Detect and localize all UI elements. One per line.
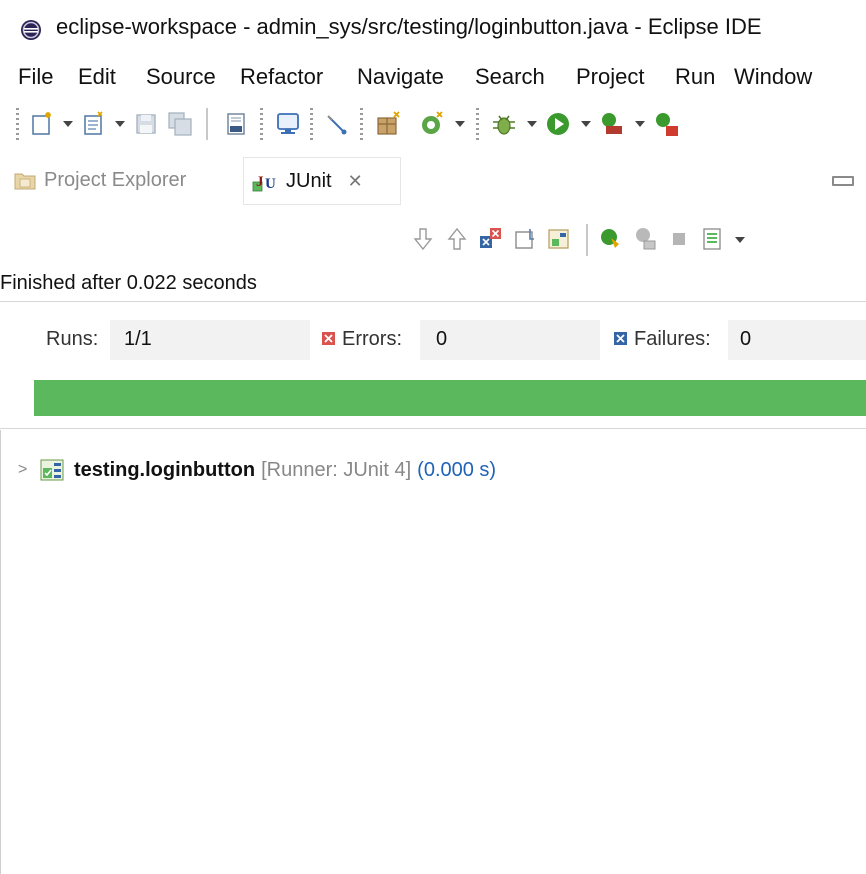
tab-project-explorer-label: Project Explorer bbox=[44, 168, 187, 191]
runs-value: 1/1 bbox=[124, 328, 152, 350]
project-explorer-icon bbox=[14, 173, 36, 190]
scroll-lock-icon[interactable] bbox=[512, 226, 538, 252]
divider bbox=[0, 428, 866, 429]
menu-file[interactable]: File bbox=[18, 64, 53, 90]
menu-window[interactable]: Window bbox=[734, 64, 812, 90]
tab-project-explorer[interactable]: Project Explorer bbox=[14, 160, 186, 200]
test-duration: (0.000 s) bbox=[417, 458, 497, 481]
menu-navigate[interactable]: Navigate bbox=[357, 64, 444, 90]
view-toolbar-separator bbox=[586, 224, 588, 256]
menu-run[interactable]: Run bbox=[675, 64, 715, 90]
tab-junit-label: JUnit bbox=[286, 169, 332, 192]
runs-label: Runs: bbox=[46, 328, 99, 350]
coverage-icon[interactable] bbox=[652, 110, 680, 138]
debug-icon[interactable] bbox=[490, 110, 518, 138]
toolbar-grip[interactable] bbox=[260, 108, 263, 140]
external-tools-dropdown-icon[interactable] bbox=[634, 118, 646, 130]
previous-failure-icon[interactable] bbox=[444, 226, 470, 252]
test-suite-icon bbox=[40, 459, 64, 481]
view-tab-bar: Project Explorer J U JUnit ✕ bbox=[0, 156, 866, 206]
run-status-text: Finished after 0.022 seconds bbox=[0, 272, 257, 294]
run-icon[interactable] bbox=[544, 110, 572, 138]
junit-counters: Runs: 1/1 Errors: 0 Failures: 0 bbox=[0, 314, 866, 366]
new-file-dropdown-icon[interactable] bbox=[114, 118, 126, 130]
binary-icon[interactable] bbox=[222, 110, 250, 138]
svg-text:J: J bbox=[256, 174, 264, 190]
save-icon[interactable] bbox=[132, 110, 160, 138]
pen-icon[interactable] bbox=[324, 110, 352, 138]
toolbar-grip[interactable] bbox=[16, 108, 19, 140]
junit-view-toolbar bbox=[0, 208, 866, 268]
junit-icon: J U bbox=[252, 174, 276, 192]
tab-junit[interactable]: J U JUnit ✕ bbox=[244, 158, 400, 204]
failure-icon bbox=[614, 332, 627, 345]
menu-source[interactable]: Source bbox=[146, 64, 216, 90]
test-run-history-icon[interactable] bbox=[700, 226, 726, 252]
new-package-icon[interactable] bbox=[374, 110, 402, 138]
rerun-test-icon[interactable] bbox=[598, 226, 624, 252]
toolbar-grip[interactable] bbox=[476, 108, 479, 140]
minimize-icon[interactable] bbox=[832, 176, 854, 186]
toolbar-grip[interactable] bbox=[310, 108, 313, 140]
refresh-dropdown-icon[interactable] bbox=[454, 118, 466, 130]
external-tools-icon[interactable] bbox=[598, 110, 626, 138]
toolbar-separator bbox=[206, 108, 208, 140]
chevron-right-icon[interactable]: > bbox=[18, 461, 36, 479]
menu-project[interactable]: Project bbox=[576, 64, 644, 90]
new-file-icon[interactable] bbox=[80, 110, 108, 138]
errors-label: Errors: bbox=[342, 328, 402, 350]
progress-bar bbox=[34, 380, 866, 416]
console-icon[interactable] bbox=[274, 110, 302, 138]
error-icon bbox=[322, 332, 335, 345]
new-icon[interactable] bbox=[28, 110, 56, 138]
menu-edit[interactable]: Edit bbox=[78, 64, 116, 90]
menu-bar: File Edit Source Refactor Navigate Searc… bbox=[0, 58, 866, 98]
eclipse-icon bbox=[21, 20, 41, 40]
menu-refactor[interactable]: Refactor bbox=[240, 64, 323, 90]
history-icon[interactable] bbox=[546, 226, 572, 252]
test-runner: [Runner: JUnit 4] bbox=[261, 458, 412, 481]
new-dropdown-icon[interactable] bbox=[62, 118, 74, 130]
view-menu-dropdown-icon[interactable] bbox=[734, 234, 746, 246]
stop-icon[interactable] bbox=[666, 226, 692, 252]
failures-value: 0 bbox=[740, 328, 752, 350]
next-failure-icon[interactable] bbox=[410, 226, 436, 252]
debug-dropdown-icon[interactable] bbox=[526, 118, 538, 130]
title-bar: eclipse-workspace - admin_sys/src/testin… bbox=[0, 0, 866, 58]
test-class-name: testing.loginbutton bbox=[74, 458, 256, 481]
svg-text:U: U bbox=[265, 176, 276, 192]
main-toolbar bbox=[0, 98, 866, 154]
panel-border bbox=[0, 430, 1, 874]
rerun-failed-first-icon[interactable] bbox=[632, 226, 658, 252]
close-icon[interactable]: ✕ bbox=[348, 171, 363, 192]
errors-value: 0 bbox=[436, 328, 448, 350]
menu-search[interactable]: Search bbox=[475, 64, 545, 90]
divider bbox=[0, 301, 866, 302]
failures-label: Failures: bbox=[634, 328, 711, 350]
toolbar-grip[interactable] bbox=[360, 108, 363, 140]
show-failures-only-icon[interactable] bbox=[478, 226, 504, 252]
save-all-icon[interactable] bbox=[166, 110, 194, 138]
run-dropdown-icon[interactable] bbox=[580, 118, 592, 130]
window-title: eclipse-workspace - admin_sys/src/testin… bbox=[56, 14, 762, 39]
tree-row[interactable]: > testing.loginbutton [Runner: JUnit 4] … bbox=[18, 454, 496, 486]
refresh-icon[interactable] bbox=[418, 110, 446, 138]
